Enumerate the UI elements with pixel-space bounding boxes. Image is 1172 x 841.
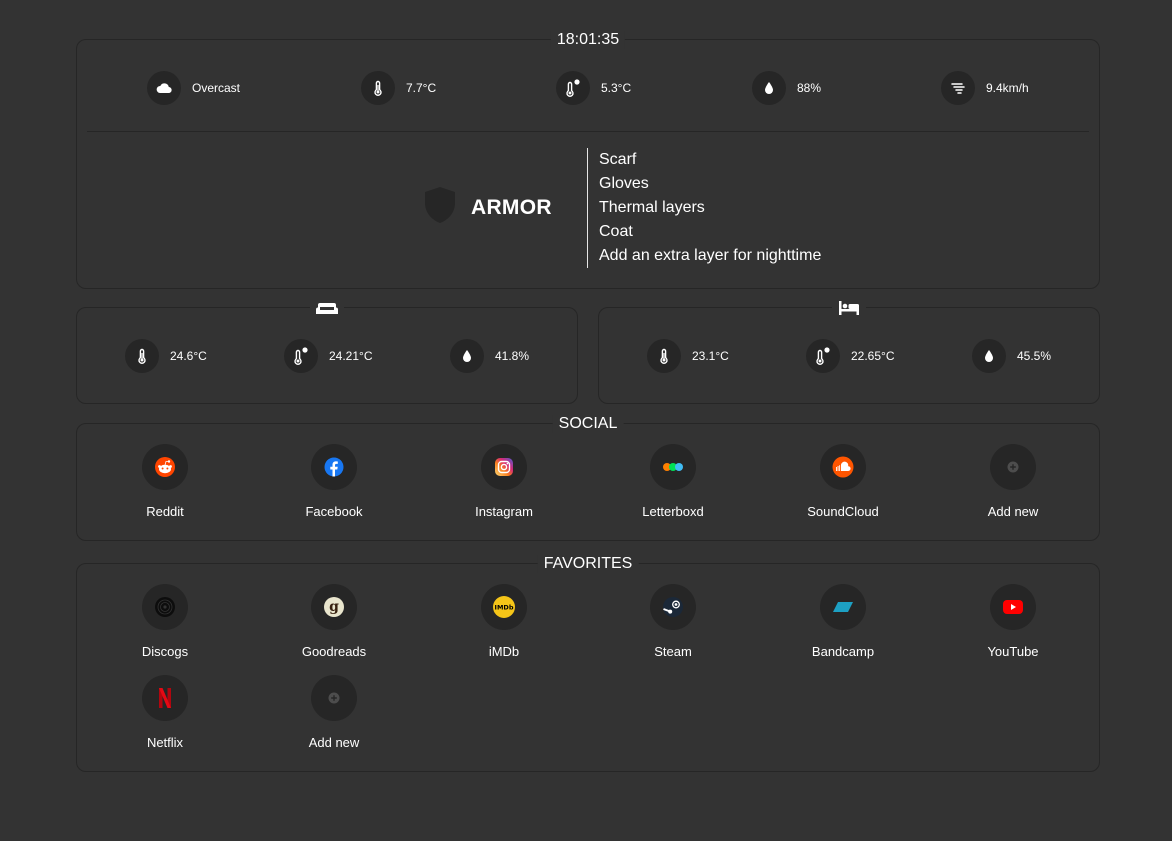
feels-like-thermometer-icon (556, 71, 590, 105)
weather-card: 18:01:35 Overcast 7.7°C 5.3°C 88% 9.4km/… (76, 31, 1100, 289)
svg-text:IMDb: IMDb (495, 604, 514, 612)
wind-speed-value: 9.4km/h (986, 81, 1029, 95)
armor-list: Scarf Gloves Thermal layers Coat Add an … (587, 148, 821, 268)
favorites-title: FAVORITES (537, 555, 639, 573)
living-room-card: 24.6°C 24.21°C 41.8% (76, 298, 578, 404)
weather-condition: Overcast (147, 71, 240, 105)
add-icon (311, 675, 357, 721)
favorite-link-youtube[interactable]: YouTube (943, 584, 1083, 659)
outdoor-humidity: 88% (752, 71, 821, 105)
social-title: SOCIAL (552, 415, 624, 433)
reddit-icon (142, 444, 188, 490)
armor-item: Scarf (599, 151, 637, 168)
droplet-icon (450, 339, 484, 373)
weather-divider (87, 131, 1089, 132)
outdoor-humidity-value: 88% (797, 81, 822, 95)
add-icon (990, 444, 1036, 490)
outdoor-temperature: 7.7°C (361, 71, 436, 105)
goodreads-icon: g (311, 584, 357, 630)
droplet-icon (752, 71, 786, 105)
social-link-label: Add new (987, 504, 1039, 519)
armor-item: Coat (599, 223, 633, 240)
armor-item: Gloves (599, 175, 649, 192)
favorite-link-label: Steam (654, 644, 692, 659)
armor-title: ARMOR (471, 195, 552, 219)
bedroom-card: 23.1°C 22.65°C 45.5% (598, 298, 1100, 404)
thermometer-icon (125, 339, 159, 373)
favorites-card: FAVORITES Discogs g Goodreads IMDb iMDb … (76, 555, 1100, 772)
feels-like-thermometer-icon (806, 339, 840, 373)
youtube-icon (990, 584, 1036, 630)
favorite-link-bandcamp[interactable]: Bandcamp (773, 584, 913, 659)
steam-icon (650, 584, 696, 630)
living-room-humidity-value: 41.8% (495, 349, 530, 363)
imdb-icon: IMDb (481, 584, 527, 630)
facebook-icon (311, 444, 357, 490)
bed-icon (832, 298, 866, 318)
social-link-label: Facebook (305, 504, 363, 519)
discogs-icon (142, 584, 188, 630)
feels-like-thermometer-icon (284, 339, 318, 373)
cloud-icon (147, 71, 181, 105)
favorite-link-label: YouTube (987, 644, 1039, 659)
bedroom-feels-like: 22.65°C (806, 339, 895, 373)
letterboxd-icon (650, 444, 696, 490)
bedroom-humidity: 45.5% (972, 339, 1051, 373)
social-link-label: Reddit (146, 504, 184, 519)
wind-icon (941, 71, 975, 105)
social-link-label: Letterboxd (642, 504, 704, 519)
bandcamp-icon (820, 584, 866, 630)
svg-text:g: g (329, 599, 339, 615)
soundcloud-icon (820, 444, 866, 490)
social-add-new[interactable]: Add new (943, 444, 1083, 519)
armor-item: Add an extra layer for nighttime (599, 247, 822, 264)
living-room-feels-like: 24.21°C (284, 339, 373, 373)
social-link-label: SoundCloud (807, 504, 879, 519)
social-link-reddit[interactable]: Reddit (95, 444, 235, 519)
living-room-temperature-value: 24.6°C (170, 349, 207, 363)
bedroom-temperature-value: 23.1°C (692, 349, 729, 363)
favorite-link-netflix[interactable]: Netflix (95, 675, 235, 750)
social-link-soundcloud[interactable]: SoundCloud (773, 444, 913, 519)
social-link-instagram[interactable]: Instagram (434, 444, 574, 519)
favorite-link-imdb[interactable]: IMDb iMDb (434, 584, 574, 659)
favorite-link-label: Discogs (141, 644, 189, 659)
favorite-link-label: Netflix (146, 735, 184, 750)
living-room-humidity: 41.8% (450, 339, 529, 373)
shield-icon (423, 186, 457, 229)
armor-item: Thermal layers (599, 199, 705, 216)
outdoor-feels-like-value: 5.3°C (601, 81, 632, 95)
outdoor-feels-like: 5.3°C (556, 71, 631, 105)
bedroom-feels-like-value: 22.65°C (851, 349, 895, 363)
thermometer-icon (361, 71, 395, 105)
instagram-icon (481, 444, 527, 490)
living-room-temperature: 24.6°C (125, 339, 207, 373)
netflix-icon (142, 675, 188, 721)
outdoor-temperature-value: 7.7°C (406, 81, 437, 95)
wind-speed: 9.4km/h (941, 71, 1029, 105)
social-link-letterboxd[interactable]: Letterboxd (603, 444, 743, 519)
social-card: SOCIAL Reddit Facebook Instagram Letterb… (76, 415, 1100, 541)
armor-heading: ARMOR (423, 186, 552, 229)
sofa-icon (310, 298, 344, 318)
bedroom-humidity-value: 45.5% (1017, 349, 1052, 363)
favorites-add-new[interactable]: Add new (264, 675, 404, 750)
favorite-link-goodreads[interactable]: g Goodreads (264, 584, 404, 659)
droplet-icon (972, 339, 1006, 373)
living-room-feels-like-value: 24.21°C (329, 349, 373, 363)
favorite-link-label: Add new (308, 735, 360, 750)
favorite-link-label: iMDb (488, 644, 520, 659)
favorite-link-label: Bandcamp (811, 644, 875, 659)
social-link-label: Instagram (475, 504, 533, 519)
social-link-facebook[interactable]: Facebook (264, 444, 404, 519)
favorite-link-discogs[interactable]: Discogs (95, 584, 235, 659)
bedroom-temperature: 23.1°C (647, 339, 729, 373)
clock: 18:01:35 (550, 31, 626, 49)
favorite-link-label: Goodreads (301, 644, 367, 659)
favorite-link-steam[interactable]: Steam (603, 584, 743, 659)
thermometer-icon (647, 339, 681, 373)
weather-condition-value: Overcast (192, 81, 241, 95)
